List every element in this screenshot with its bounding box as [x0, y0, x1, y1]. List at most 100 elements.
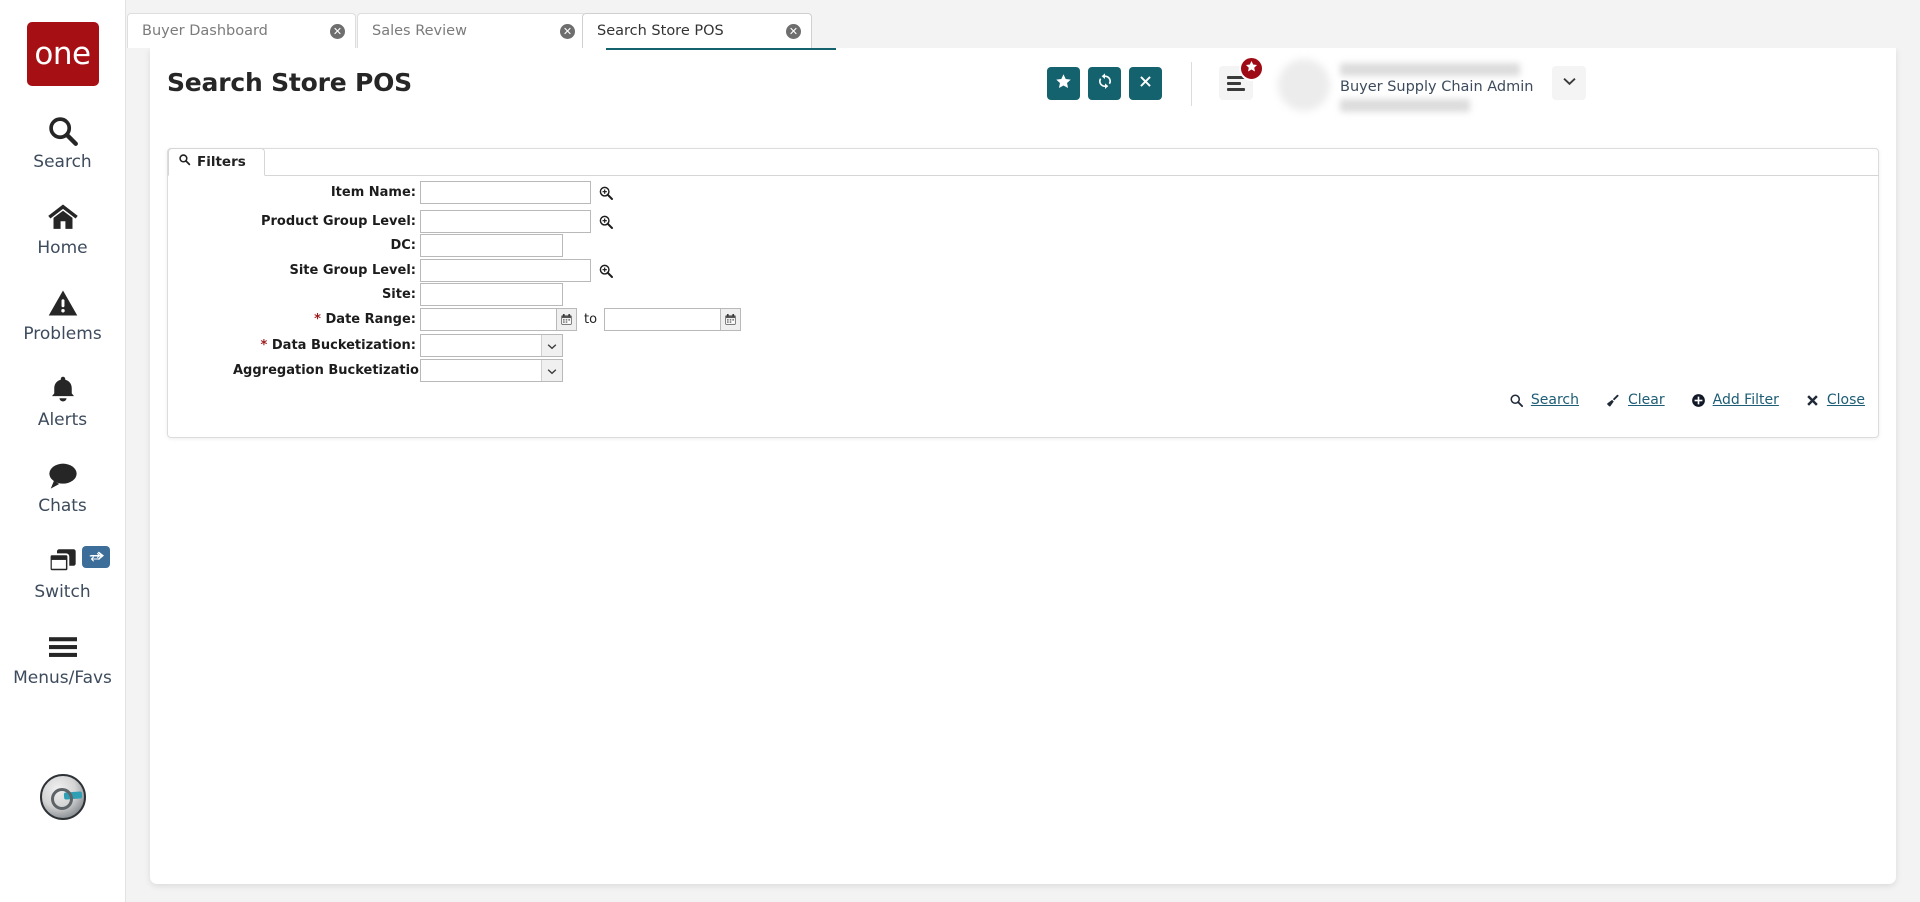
close-action[interactable]: Close [1805, 392, 1865, 408]
search-icon [178, 153, 191, 171]
sidebar-item-label: Chats [38, 496, 87, 516]
close-circle-icon[interactable]: ✕ [330, 23, 345, 39]
filters-tab-label: Filters [197, 154, 246, 170]
chevron-down-icon [541, 335, 562, 356]
chat-bubble-icon [46, 456, 80, 494]
search-icon [46, 112, 80, 150]
filter-row-aggregation-bucketization: Aggregation Bucketization: [233, 359, 563, 382]
filter-label: DC: [390, 238, 416, 253]
sidebar-item-switch[interactable]: ⇄ Switch [0, 542, 126, 602]
hamburger-icon [46, 628, 80, 666]
filter-label: Site Group Level: [289, 263, 416, 278]
date-range-from-input[interactable] [420, 308, 557, 331]
sidebar-item-label: Home [37, 238, 88, 258]
filter-label-text: Date Range: [325, 312, 416, 327]
sidebar-item-label: Alerts [37, 410, 88, 430]
filter-label-text: Data Bucketization: [271, 338, 416, 353]
search-action[interactable]: Search [1509, 392, 1579, 408]
browser-tab-strip: Buyer Dashboard ✕ Sales Review ✕ Search … [126, 0, 1920, 48]
plus-circle-icon [1691, 393, 1706, 408]
broom-icon [1605, 393, 1621, 408]
clear-action[interactable]: Clear [1605, 392, 1665, 408]
page-area: Search Store POS Buyer Supply Chain Admi… [126, 48, 1920, 902]
home-icon [45, 198, 81, 236]
x-icon [1805, 393, 1820, 408]
data-bucketization-select[interactable] [420, 334, 563, 357]
filter-row-site: Site: [233, 283, 563, 306]
app-logo-text: one [34, 36, 91, 72]
close-page-button[interactable] [1129, 67, 1162, 100]
lookup-search-icon[interactable] [598, 185, 614, 201]
required-asterisk: * [314, 312, 321, 327]
filter-label: Item Name: [330, 185, 416, 200]
sidebar-item-home[interactable]: Home [0, 198, 126, 258]
tab-label: Search Store POS [597, 23, 724, 39]
required-asterisk: * [260, 338, 268, 353]
lookup-search-icon[interactable] [598, 214, 614, 230]
filter-actions: Search Clear Add Filter Close [1509, 392, 1865, 408]
sidebar-item-label: Problems [23, 324, 102, 344]
sidebar-item-chats[interactable]: Chats [0, 456, 126, 516]
filter-row-product-group-level: Product Group Level: [233, 210, 614, 233]
user-menu-button[interactable] [1552, 66, 1586, 100]
refresh-button[interactable] [1088, 67, 1121, 100]
dc-input[interactable] [420, 234, 563, 257]
sidebar-item-label: Switch [34, 582, 91, 602]
filter-label: * Data Bucketization: [233, 338, 420, 353]
ai-assistant-avatar-icon[interactable] [39, 774, 86, 820]
windows-stack-icon [47, 542, 79, 580]
refresh-icon [1096, 72, 1114, 95]
filter-row-site-group-level: Site Group Level: [233, 259, 614, 282]
favorites-badge[interactable] [1239, 56, 1264, 81]
site-input[interactable] [420, 283, 563, 306]
calendar-icon[interactable] [557, 308, 577, 331]
site-group-level-input[interactable] [420, 259, 591, 282]
x-icon [1138, 74, 1153, 94]
aggregation-bucketization-select[interactable] [420, 359, 563, 382]
sidebar-item-alerts[interactable]: Alerts [0, 370, 126, 430]
product-group-level-input[interactable] [420, 210, 591, 233]
user-role: Buyer Supply Chain Admin [1340, 79, 1534, 95]
swap-arrows-icon[interactable]: ⇄ [81, 546, 110, 568]
page-header: Search Store POS Buyer Supply Chain Admi… [150, 48, 1896, 133]
app-logo[interactable]: one [26, 22, 99, 86]
sidebar-item-label: Menus/Favs [13, 668, 112, 688]
sidebar-item-search[interactable]: Search [0, 112, 126, 172]
warning-triangle-icon [46, 284, 80, 322]
page-card: Search Store POS Buyer Supply Chain Admi… [150, 48, 1896, 884]
action-label: Search [1530, 392, 1579, 408]
tab-buyer-dashboard[interactable]: Buyer Dashboard ✕ [127, 13, 356, 48]
page-title: Search Store POS [167, 68, 412, 97]
item-name-input[interactable] [420, 181, 591, 204]
user-name: ██████ ██████ [1340, 63, 1520, 76]
left-sidebar: one Search Home Problems Alerts Chats ⇄ … [0, 0, 126, 902]
filter-row-dc: DC: [233, 234, 563, 257]
sidebar-item-problems[interactable]: Problems [0, 284, 126, 344]
application-window: one Search Home Problems Alerts Chats ⇄ … [0, 0, 1920, 902]
tab-sales-review[interactable]: Sales Review ✕ [357, 13, 586, 48]
close-circle-icon[interactable]: ✕ [786, 23, 801, 39]
sidebar-item-label: Search [33, 152, 92, 172]
filter-label: Product Group Level: [260, 214, 416, 229]
user-organization: ████ ████ [1340, 99, 1470, 112]
close-circle-icon[interactable]: ✕ [560, 23, 575, 39]
lookup-search-icon[interactable] [598, 263, 614, 279]
header-divider [1191, 62, 1192, 106]
star-icon [1055, 73, 1072, 95]
date-range-to-input[interactable] [604, 308, 722, 331]
search-icon [1509, 393, 1524, 408]
filters-tab[interactable]: Filters [168, 148, 265, 176]
avatar [1278, 59, 1330, 111]
filter-label: Site: [381, 287, 416, 302]
action-label: Clear [1628, 392, 1665, 408]
tab-label: Sales Review [372, 23, 467, 39]
chevron-down-icon [1561, 72, 1578, 94]
add-filter-action[interactable]: Add Filter [1691, 392, 1779, 408]
bell-icon [48, 370, 78, 408]
user-info-block[interactable]: ██████ ██████ Buyer Supply Chain Admin █… [1340, 62, 1545, 112]
favorite-button[interactable] [1047, 67, 1080, 100]
sidebar-item-menus-favs[interactable]: Menus/Favs [0, 628, 126, 688]
calendar-icon[interactable] [721, 308, 742, 331]
tab-search-store-pos[interactable]: Search Store POS ✕ [582, 13, 812, 48]
filter-label: Aggregation Bucketization: [233, 363, 434, 378]
